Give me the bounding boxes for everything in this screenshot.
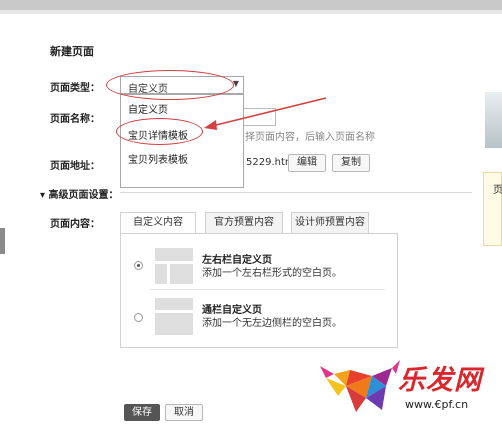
page-content-label: 页面内容： <box>50 219 100 230</box>
advanced-settings-label: 高级页面设置： <box>48 190 119 201</box>
option-left-right-desc: 添加一个左右栏形式的空白页。 <box>202 268 342 279</box>
right-thumbnail-image <box>485 92 502 148</box>
option-left-right-radio[interactable] <box>134 261 143 270</box>
tab-designer-preset[interactable]: 设计师预置内容 <box>291 212 369 234</box>
section-divider <box>120 192 472 193</box>
option-separator <box>150 289 385 290</box>
bull-logo-icon <box>320 360 400 412</box>
left-edge-handle[interactable] <box>0 228 5 254</box>
save-button[interactable]: 保存 <box>124 404 160 421</box>
right-side-panel: 页 <box>483 172 502 246</box>
watermark-brand: 乐发网 <box>398 365 482 396</box>
option-full-width-radio[interactable] <box>134 313 143 322</box>
cancel-button[interactable]: 取消 <box>165 404 203 421</box>
tab-custom-content[interactable]: 自定义内容 <box>120 212 196 234</box>
tab-official-preset[interactable]: 官方预置内容 <box>205 212 283 234</box>
advanced-settings-toggle[interactable]: ▾ 高级页面设置： <box>40 186 119 201</box>
watermark-url: www.€pf.cn <box>405 398 469 411</box>
option-full-width-desc: 添加一个无左边侧栏的空白页。 <box>202 318 342 329</box>
right-panel-text: 页 <box>493 185 502 196</box>
